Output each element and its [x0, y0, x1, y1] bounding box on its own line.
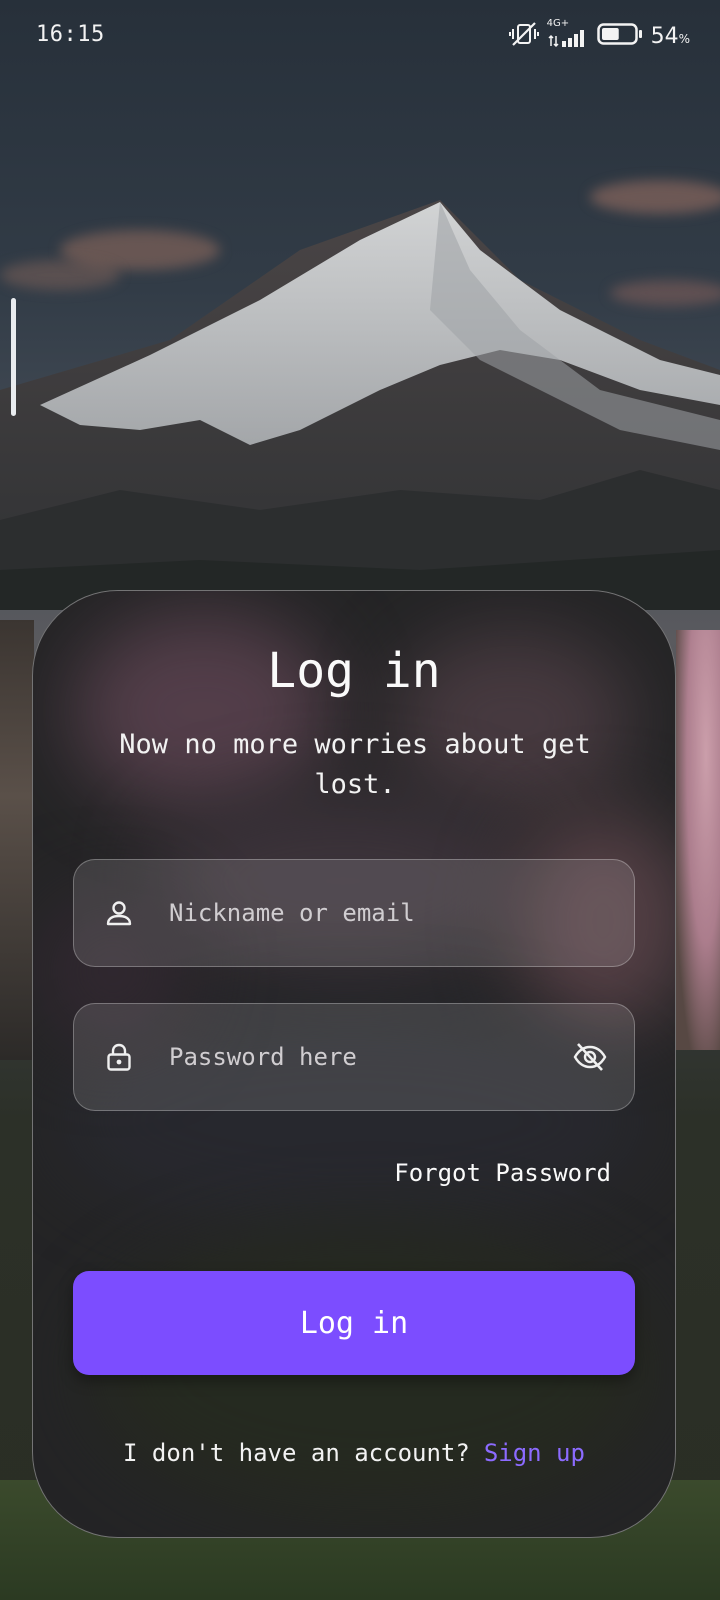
login-card: Log in Now no more worries about get los… — [32, 590, 676, 1538]
page-subtitle: Now no more worries about get lost. — [119, 729, 591, 800]
network-type: 4G+ — [546, 18, 570, 29]
no-account-text: I don't have an account? — [123, 1439, 470, 1467]
login-button[interactable]: Log in — [73, 1271, 635, 1375]
house — [0, 620, 34, 1060]
lock-icon — [104, 1042, 134, 1072]
status-bar: 16:15 4G+ 54% — [0, 0, 720, 72]
signup-prompt: I don't have an account? Sign up — [33, 1439, 675, 1467]
username-input[interactable] — [169, 883, 634, 943]
visibility-off-icon[interactable] — [572, 1042, 608, 1072]
password-input[interactable] — [169, 1027, 572, 1087]
battery-percent: 54% — [651, 24, 690, 49]
username-field[interactable] — [73, 859, 635, 967]
user-icon — [104, 898, 134, 928]
status-time: 16:15 — [36, 22, 105, 47]
page-title: Log in — [267, 643, 441, 699]
signup-link[interactable]: Sign up — [484, 1439, 585, 1467]
scroll-indicator[interactable] — [11, 298, 16, 416]
blossom-tree — [676, 630, 720, 1050]
vibrate-off-icon — [508, 21, 539, 51]
signal-icon: 4G+ — [547, 18, 589, 48]
battery-percent-unit: % — [678, 31, 690, 46]
battery-icon — [596, 22, 643, 50]
forgot-password-link[interactable]: Forgot Password — [394, 1159, 611, 1187]
password-field[interactable] — [73, 1003, 635, 1111]
battery-percent-value: 54 — [650, 23, 679, 49]
mountain-illustration — [0, 200, 720, 610]
status-icons: 4G+ 54% — [508, 18, 690, 52]
